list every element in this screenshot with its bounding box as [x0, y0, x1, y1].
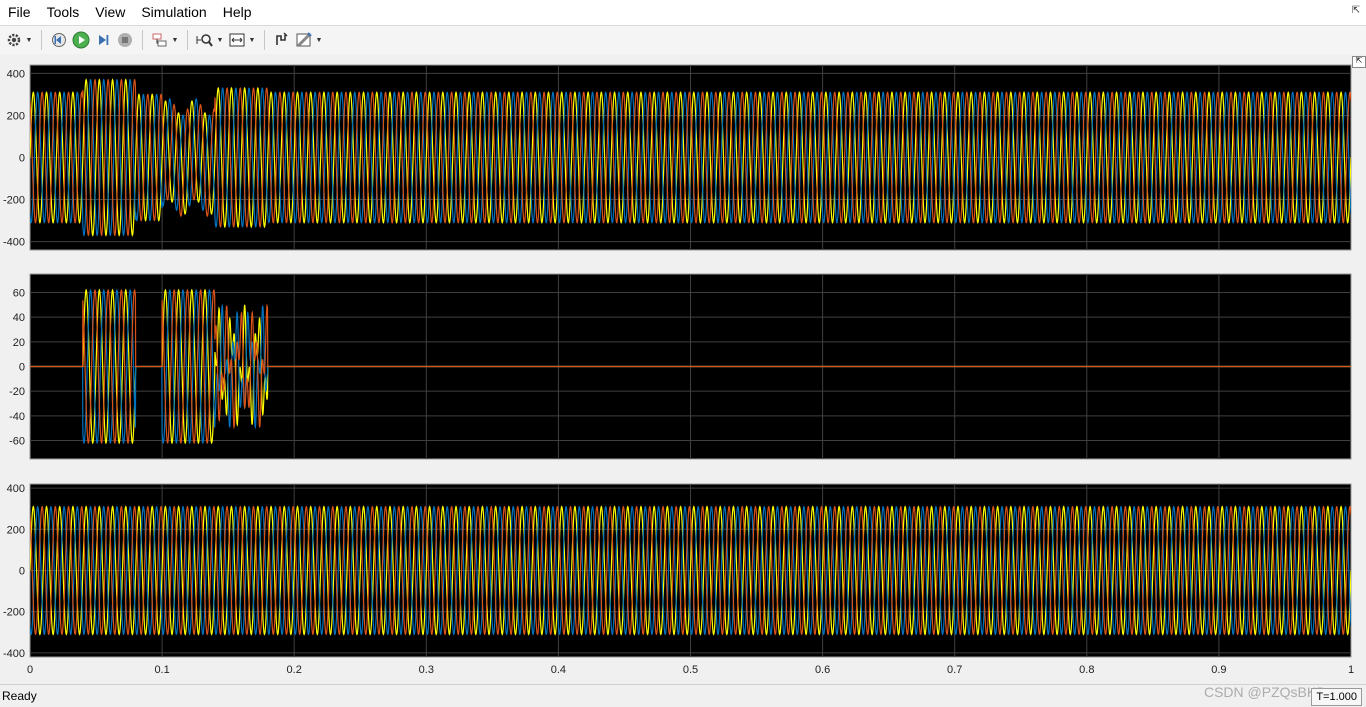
menu-help[interactable]: Help — [215, 0, 260, 25]
chevron-down-icon[interactable]: ▼ — [315, 30, 323, 50]
x-tick-label: 0.8 — [1079, 664, 1094, 676]
x-tick-label: 0.5 — [683, 664, 698, 676]
chevron-down-icon[interactable]: ▼ — [216, 30, 224, 50]
scope-panel-1: 400 200 0 -200 -400 — [3, 64, 1352, 251]
y-tick-label: 400 — [7, 68, 25, 80]
y-tick-label: 0 — [19, 566, 25, 578]
y-tick-label: 40 — [13, 312, 25, 324]
menu-file[interactable]: File — [0, 0, 39, 25]
undock-icon[interactable]: ⇱ — [1350, 4, 1362, 18]
y-tick-label: -20 — [9, 386, 25, 398]
step-forward-icon[interactable] — [93, 30, 113, 50]
configuration-properties-icon[interactable] — [4, 30, 24, 50]
zoom-icon[interactable] — [195, 30, 215, 50]
autoscale-icon[interactable] — [227, 30, 247, 50]
status-bar: Ready CSDN @PZQsBKDawn T=1.000 — [0, 684, 1366, 707]
y-tick-label: 20 — [13, 337, 25, 349]
x-tick-label: 0.7 — [947, 664, 962, 676]
menu-simulation[interactable]: Simulation — [133, 0, 214, 25]
menu-view[interactable]: View — [87, 0, 133, 25]
chevron-down-icon[interactable]: ▼ — [248, 30, 256, 50]
toolbar-separator — [264, 30, 265, 50]
menu-bar: File Tools View Simulation Help ⇱ — [0, 0, 1366, 25]
toolbar-separator — [142, 30, 143, 50]
y-tick-label: 400 — [7, 483, 25, 495]
run-icon[interactable] — [71, 30, 91, 50]
x-tick-label: 0.1 — [154, 664, 169, 676]
stop-icon[interactable] — [115, 30, 135, 50]
y-tick-label: 60 — [13, 288, 25, 300]
y-tick-label: 200 — [7, 524, 25, 536]
highlight-signal-icon[interactable] — [150, 30, 170, 50]
style-icon[interactable] — [272, 30, 292, 50]
y-tick-label: 0 — [19, 362, 25, 374]
y-tick-label: 0 — [19, 153, 25, 165]
restore-layout-icon[interactable]: ⇱ — [1352, 56, 1366, 68]
chevron-down-icon[interactable]: ▼ — [171, 30, 179, 50]
y-tick-label: -400 — [3, 237, 25, 249]
x-tick-label: 0.2 — [287, 664, 302, 676]
toolbar: ▼ ▼ ▼ ▼ ▼ — [0, 25, 1366, 55]
y-tick-label: 200 — [7, 110, 25, 122]
scope-plots[interactable]: 4002000-200-4006040200-20-40-604002000-2… — [0, 54, 1366, 684]
x-tick-label: 0.6 — [815, 664, 830, 676]
status-text: Ready — [2, 689, 37, 703]
scope-plot-area: 400 200 0 -200 -400 60 40 20 0 -20 -40 -60 400 200 0 -2… — [0, 54, 1366, 684]
scope-panel-3: 4002000-200-4000 0.1 0.2 0.3 0.4 0.5 0.6 0.7 0.8… — [3, 483, 1354, 676]
x-tick-label: 0.3 — [419, 664, 434, 676]
toolbar-separator — [187, 30, 188, 50]
x-tick-label: 0.9 — [1211, 664, 1226, 676]
step-back-icon[interactable] — [49, 30, 69, 50]
toolbar-separator — [41, 30, 42, 50]
y-tick-label: -400 — [3, 648, 25, 660]
y-tick-label: -200 — [3, 195, 25, 207]
y-tick-label: -60 — [9, 436, 25, 448]
x-tick-label: 0 — [27, 664, 33, 676]
y-tick-label: -200 — [3, 607, 25, 619]
cursor-measurements-icon[interactable] — [294, 30, 314, 50]
simulation-time: T=1.000 — [1311, 688, 1362, 706]
chevron-down-icon[interactable]: ▼ — [25, 30, 33, 50]
y-tick-label: -40 — [9, 411, 25, 423]
menu-tools[interactable]: Tools — [39, 0, 88, 25]
x-tick-label: 0.4 — [551, 664, 566, 676]
x-tick-label: 1 — [1348, 664, 1354, 676]
scope-panel-2: 60 40 20 0 -20 -40 -60 — [9, 273, 1352, 460]
